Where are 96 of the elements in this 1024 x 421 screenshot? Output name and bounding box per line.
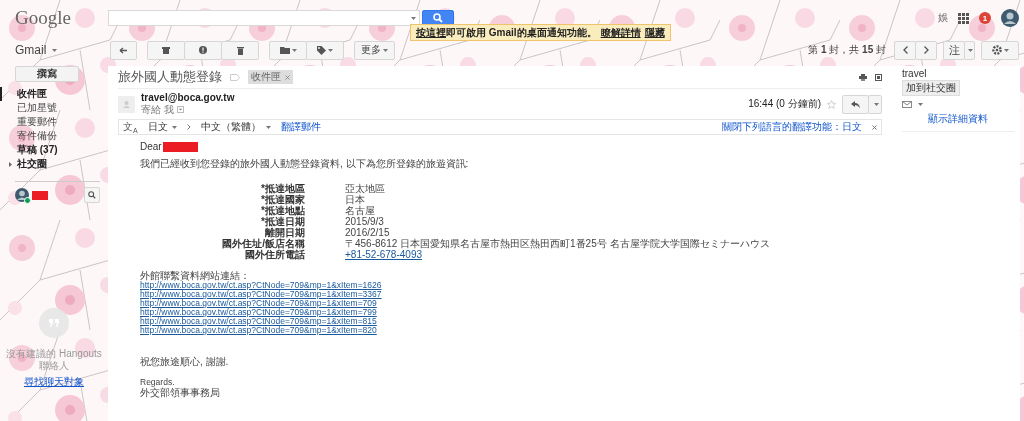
caret-icon [328,48,333,52]
website-link[interactable]: http://www.boca.gov.tw/ct.asp?CtNode=709&mp=1&xItem=799 [140,308,860,317]
field-value: 2015/9/3 [345,216,385,227]
find-chat-link[interactable]: 尋找聊天對象 [24,375,84,389]
empty-chat-text: 沒有建議的 Hangouts 聯絡人 [6,348,102,372]
phone-link[interactable]: +81-52-678-4093 [345,249,860,260]
caret-icon [172,125,178,129]
archive-icon [162,46,170,54]
intro-text: 我們已經收到您登錄的旅外國人動態登錄資料, 以下為您所登錄的旅遊資訊: [140,157,470,171]
website-link[interactable]: http://www.boca.gov.tw/ct.asp?CtNode=709&mp=1&xItem=1626 [140,281,860,290]
account-name[interactable]: 娛 [938,11,948,25]
google-logo[interactable]: Google [15,7,108,29]
email-time: 16:44 (0 分鐘前) [748,97,821,111]
caret-icon [51,49,57,53]
folder-item[interactable]: 重要郵件 [0,115,108,129]
trash-icon [236,45,244,55]
links-heading: 外館聯繫資料網站連結： [140,270,250,281]
notice-link[interactable]: 按這裡 [416,25,446,40]
field-value: 2016/2/15 [345,227,391,238]
search-icon [433,13,443,23]
caret-icon [383,48,388,52]
website-link[interactable]: http://www.boca.gov.tw/ct.asp?CtNode=709&mp=1&xItem=820 [140,326,860,335]
field-label: 離開日期 [265,227,305,238]
show-details-link[interactable]: 顯示詳細資料 [902,112,1014,132]
input-tool-dropdown[interactable] [964,40,975,60]
gear-icon [991,45,1002,55]
field-label: 國外住所電話 [245,249,305,260]
field-label: *抵達國家 [260,194,305,205]
close-icon[interactable] [872,124,877,130]
gmail-menu[interactable]: Gmail [15,43,110,57]
caret-icon [291,48,297,52]
folder-item[interactable]: 社交圈 [0,157,108,171]
caret-icon [873,102,879,106]
label-tag[interactable]: 收件匣 [248,70,293,84]
folder-item[interactable]: 寄件備份 [0,129,108,143]
redaction-mark [162,141,198,152]
caret-icon [968,48,973,52]
print-icon[interactable] [859,73,867,81]
remove-icon[interactable] [285,74,290,80]
website-link[interactable]: http://www.boca.gov.tw/ct.asp?CtNode=709&mp=1&xItem=709 [140,299,860,308]
field-value: 名古屋 [345,205,376,216]
back-arrow-icon [119,46,128,54]
caret-icon[interactable] [411,16,416,20]
caret-icon [1003,48,1009,52]
alert-icon [199,46,207,54]
new-window-icon[interactable] [875,73,882,81]
star-icon[interactable] [827,99,836,109]
field-value: 〒456-8612 日本国愛知県名古屋市熱田区熱田西町1番25号 名古屋学院大学国際セミナーハウス [345,238,771,249]
source-language-dropdown[interactable]: 日文 [147,120,178,134]
compose-button[interactable]: 撰寫 [15,66,79,82]
search-icon [88,191,96,199]
reply-button[interactable] [842,94,869,114]
folder-item[interactable]: 草稿 (37) [0,143,108,157]
hangouts-icon [39,308,69,338]
notice-link[interactable]: 隱藏 [644,25,665,40]
website-link[interactable]: http://www.boca.gov.tw/ct.asp?CtNode=709&mp=1&xItem=815 [140,317,860,326]
tag-icon [317,45,326,55]
chevron-right-icon [187,124,192,130]
field-label: 國外住址/飯店名稱 [221,238,305,249]
caret-icon[interactable] [918,103,923,106]
website-link[interactable]: http://www.boca.gov.tw/ct.asp?CtNode=709&mp=1&xItem=3367 [140,290,860,299]
closing-text: 祝您旅途順心, 謝謝. [140,355,230,369]
recipient-text[interactable]: 寄給 我 [141,102,174,117]
mail-icon[interactable] [902,101,912,108]
search-field[interactable] [108,10,420,26]
apps-grid-icon[interactable] [958,12,969,24]
target-language-dropdown[interactable]: 中文（繁體） [201,120,272,134]
contact-name: travel [902,68,927,79]
turn-off-translation-link[interactable]: 關閉下列語言的翻譯功能：日文 [722,120,862,134]
avatar-icon[interactable] [1001,9,1019,27]
greeting-text: Dear [140,141,162,152]
folder-icon [279,46,290,54]
notice-link[interactable]: 瞭解詳情 [600,25,641,40]
translate-icon: 文$_{A}$ [123,120,138,134]
expand-arrow-icon[interactable] [9,161,12,167]
notice-text: 即可啟用 Gmail的桌面通知功能。 [446,25,597,40]
translate-link[interactable]: 翻譯郵件 [281,120,322,134]
regards-text: Regards. [140,377,176,387]
field-label: *抵達地點 [260,205,305,216]
folder-item[interactable]: 已加星號 [0,101,108,115]
field-label: *抵達日期 [260,216,305,227]
avatar-icon[interactable] [15,188,29,202]
email-subject: 旅外國人動態登錄 [118,68,222,86]
caret-icon [266,125,272,129]
signature-text: 外交部領事事務局 [140,387,221,398]
chevron-right-icon [923,46,929,54]
sender-avatar-icon [118,95,135,113]
add-to-circles-button[interactable]: 加到社交圈 [902,80,960,96]
field-label: *抵達地區 [260,183,305,194]
redaction-mark [32,190,48,200]
sender-address[interactable]: travel@boca.gov.tw [141,91,235,103]
reply-arrow-icon [851,100,860,108]
field-value: 日本 [345,194,366,205]
field-value: 亞太地區 [345,183,386,194]
chevron-left-icon [902,46,908,54]
page-counter: 第 1 封，共 15 封 [808,43,886,57]
